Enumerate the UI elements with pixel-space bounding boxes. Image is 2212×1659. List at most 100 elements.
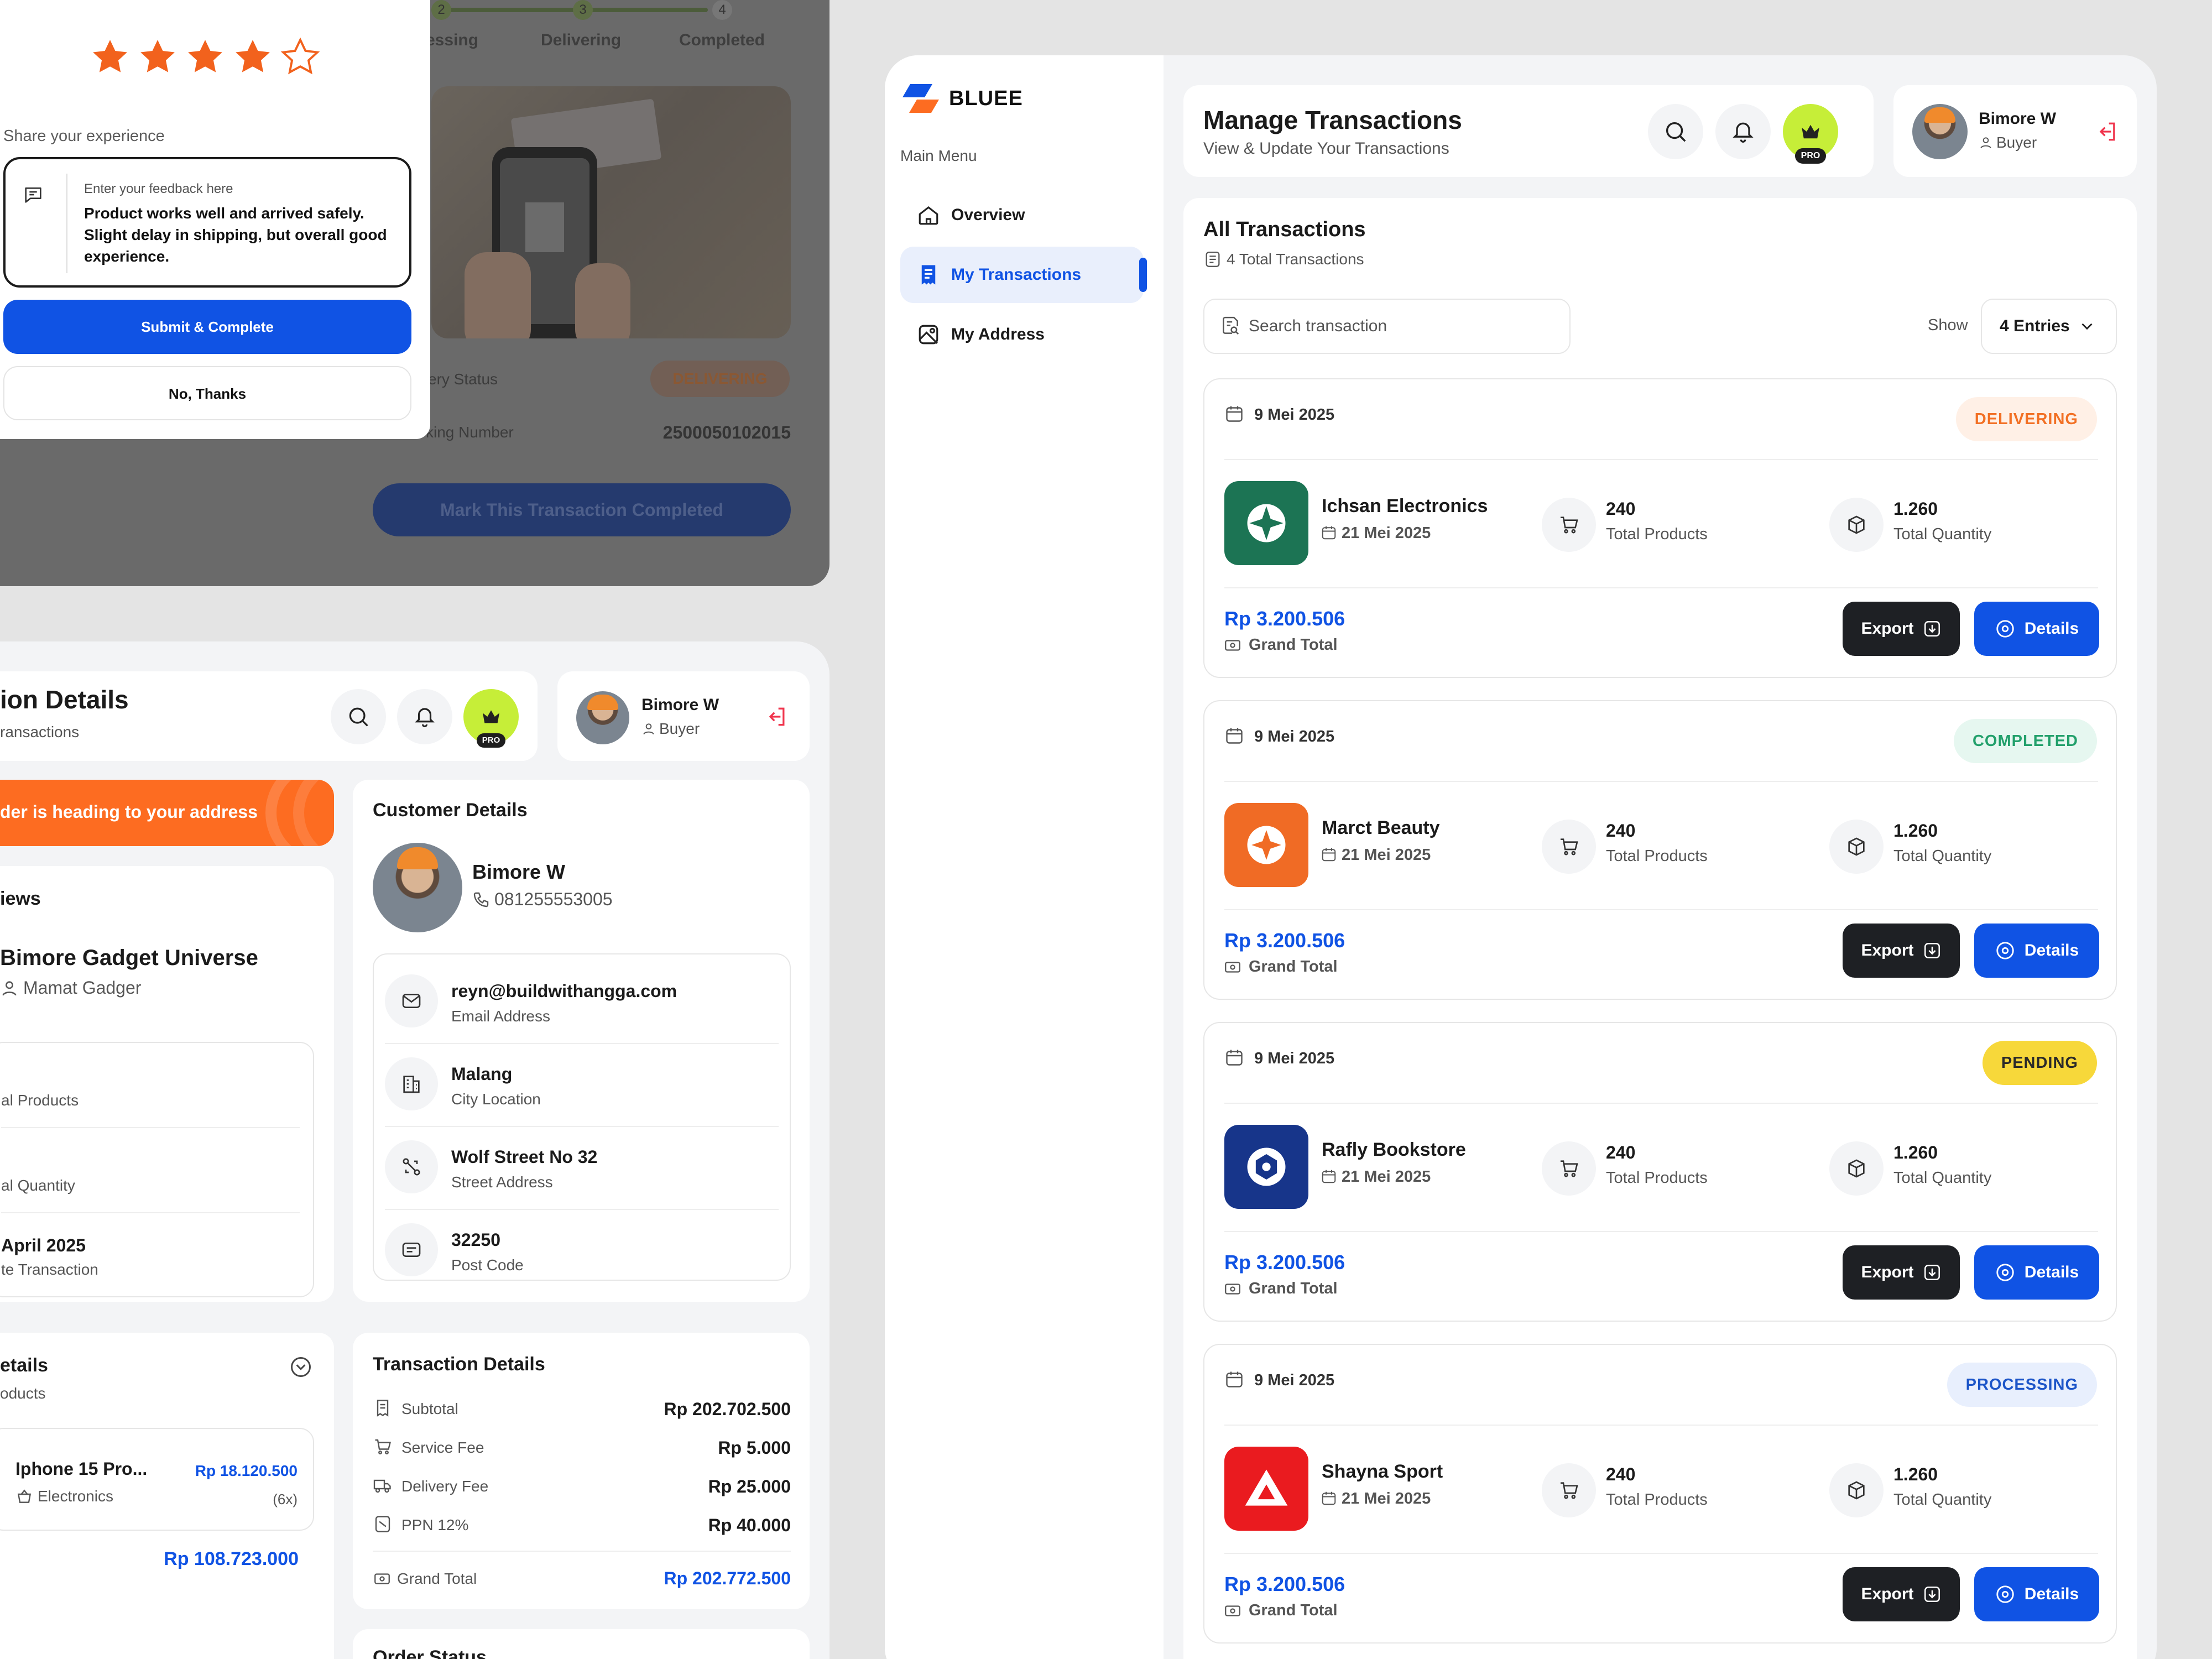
- logout-button[interactable]: [764, 705, 789, 729]
- calendar-icon: [1321, 846, 1337, 863]
- star-filled-icon[interactable]: [184, 35, 227, 79]
- details-label: Details: [2024, 941, 2079, 959]
- quantity-value: 1.260: [1893, 1142, 1938, 1162]
- bell-icon: [415, 708, 435, 728]
- product-details-card: etails oducts Iphone 15 Pro... Electroni…: [0, 1333, 334, 1659]
- notification-button[interactable]: [397, 689, 452, 744]
- details-button[interactable]: Details: [1974, 1567, 2099, 1621]
- store-logo: [1224, 803, 1308, 887]
- notification-button[interactable]: [1715, 104, 1771, 159]
- mark-completed-button[interactable]: Mark This Transaction Completed: [373, 483, 791, 536]
- order-status-title: Order Status: [373, 1647, 487, 1659]
- page-subtitle: View & Update Your Transactions: [1203, 139, 1449, 158]
- page-title: Manage Transactions: [1203, 106, 1462, 134]
- star-filled-icon[interactable]: [136, 35, 179, 79]
- details-label: Details: [2024, 619, 2079, 638]
- transactions-count: 4 Total Transactions: [1203, 250, 1364, 269]
- star-empty-icon[interactable]: [279, 35, 322, 79]
- pro-button[interactable]: PRO: [1783, 104, 1838, 164]
- grand-total-value: Rp 3.200.506: [1224, 1251, 1345, 1274]
- details-button[interactable]: Details: [1974, 1245, 2099, 1300]
- bell-icon: [1733, 122, 1754, 143]
- customer-info-row: 32250 Post Code: [385, 1214, 779, 1286]
- fee-row-icon: [373, 1437, 393, 1457]
- divider: [1224, 587, 2098, 588]
- nav-overview[interactable]: Overview: [900, 187, 1144, 243]
- eye-icon: [1995, 940, 2016, 961]
- receipt-icon: [921, 265, 936, 285]
- transaction-date: 9 Mei 2025: [1254, 1050, 1335, 1067]
- route-icon: [385, 1140, 438, 1193]
- postcode-icon: [385, 1223, 438, 1276]
- phone-icon: [473, 892, 489, 907]
- export-button[interactable]: Export: [1843, 602, 1960, 656]
- fee-label: Delivery Fee: [401, 1478, 489, 1495]
- page-title: ion Details: [0, 685, 129, 714]
- divider: [1224, 1425, 2098, 1426]
- store-date: 21 Mei 2025: [1342, 1490, 1431, 1507]
- user-icon: [1980, 137, 1991, 149]
- collapse-button[interactable]: [289, 1355, 313, 1379]
- user-icon: [643, 723, 654, 735]
- star-rating[interactable]: [88, 35, 322, 79]
- mail-icon: [385, 974, 438, 1027]
- pro-button[interactable]: PRO: [463, 689, 519, 748]
- star-filled-icon[interactable]: [231, 35, 274, 79]
- details-label: Details: [2024, 1263, 2079, 1281]
- fee-row-icon: [373, 1514, 393, 1534]
- fee-row: Delivery Fee Rp 25.000: [373, 1471, 791, 1502]
- details-button[interactable]: Details: [1974, 924, 2099, 978]
- search-button[interactable]: [1648, 104, 1703, 159]
- submit-complete-button[interactable]: Submit & Complete: [3, 300, 411, 354]
- export-button[interactable]: Export: [1843, 1245, 1960, 1300]
- calendar-icon: [1224, 726, 1244, 745]
- transaction-card: 9 Mei 2025 COMPLETED Marct Beauty 21 Mei 20…: [1203, 700, 2117, 1000]
- search-doc-icon: [1223, 316, 1239, 335]
- quantity-label: Total Quantity: [1893, 1491, 1992, 1509]
- product-row[interactable]: Iphone 15 Pro... Electronics Rp 18.120.5…: [0, 1428, 314, 1531]
- nav-my-transactions-label: My Transactions: [951, 265, 1082, 284]
- entries-select[interactable]: 4 Entries: [1981, 299, 2117, 354]
- details-button[interactable]: Details: [1974, 602, 2099, 656]
- download-icon: [1923, 619, 1942, 638]
- chevron-down-icon: [2081, 323, 2093, 330]
- transactions-title: All Transactions: [1203, 218, 1366, 241]
- feedback-textarea[interactable]: Enter your feedback here Product works w…: [3, 157, 411, 288]
- user-role: Buyer: [641, 720, 700, 738]
- cart-icon: [1542, 1141, 1596, 1196]
- nav-my-transactions[interactable]: My Transactions: [900, 247, 1147, 303]
- search-button[interactable]: [331, 689, 386, 744]
- fee-row: Subtotal Rp 202.702.500: [373, 1394, 791, 1425]
- box-icon: [1829, 820, 1884, 874]
- export-button[interactable]: Export: [1843, 924, 1960, 978]
- delivery-photo: [431, 86, 791, 338]
- export-button[interactable]: Export: [1843, 1567, 1960, 1621]
- reviews-title: iews: [0, 888, 41, 909]
- divider: [1224, 1553, 2098, 1554]
- entries-value: 4 Entries: [2000, 317, 2070, 335]
- download-icon: [1923, 1585, 1942, 1604]
- divider: [385, 1043, 779, 1044]
- store-owner-text: Mamat Gadger: [23, 978, 142, 998]
- grand-total-label: Grand Total: [1249, 1601, 1338, 1619]
- star-filled-icon[interactable]: [88, 35, 132, 79]
- no-thanks-button[interactable]: No, Thanks: [3, 366, 411, 420]
- quantity-label: Total Quantity: [1893, 525, 1992, 543]
- calendar-icon: [1224, 404, 1244, 424]
- product-qty: (6x): [273, 1491, 298, 1507]
- store-date: 21 Mei 2025: [1342, 1168, 1431, 1186]
- transactions-card: All Transactions 4 Total Transactions Se…: [1183, 198, 2137, 1659]
- transaction-card: 9 Mei 2025 DELIVERING Ichsan Electronics 21…: [1203, 378, 2117, 678]
- logout-button[interactable]: [2095, 119, 2119, 144]
- step-number-2: 2: [431, 0, 451, 20]
- search-transaction-input[interactable]: Search transaction: [1203, 299, 1571, 354]
- detail-page: ion Details ransactions PRO Bimore W Buy…: [0, 641, 830, 1659]
- calendar-icon: [1224, 1369, 1244, 1389]
- home-icon: [919, 206, 938, 225]
- step-label-processing: essing: [426, 31, 479, 49]
- products-value: 240: [1606, 1464, 1636, 1484]
- bluee-logo-icon: [902, 84, 939, 113]
- nav-my-address[interactable]: My Address: [900, 306, 1144, 363]
- nav-my-address-label: My Address: [951, 325, 1045, 343]
- customer-title: Customer Details: [373, 800, 528, 821]
